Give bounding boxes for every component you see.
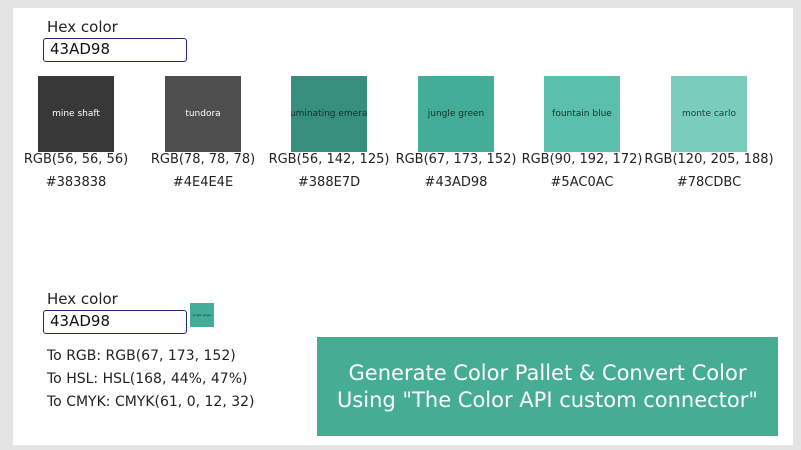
swatch-4-rgb: RGB(90, 192, 172)	[521, 152, 643, 167]
swatch-0: mine shaft	[38, 76, 114, 152]
title-banner: Generate Color Pallet & Convert Color Us…	[317, 337, 778, 436]
converted-color-preview: jungle green	[190, 303, 214, 327]
to-cmyk-text: To CMYK: CMYK(61, 0, 12, 32)	[47, 394, 255, 410]
swatch-1-rgb: RGB(78, 78, 78)	[150, 152, 256, 167]
to-rgb-text: To RGB: RGB(67, 173, 152)	[47, 348, 236, 364]
hex-color-input[interactable]: 43AD98	[43, 38, 187, 62]
swatch-2-rgb: RGB(56, 142, 125)	[268, 152, 390, 167]
convert-hex-color-input[interactable]: 43AD98	[43, 310, 187, 334]
swatch-3-rgb: RGB(67, 173, 152)	[395, 152, 517, 167]
to-hsl-text: To HSL: HSL(168, 44%, 47%)	[47, 371, 248, 387]
swatch-3: jungle green	[418, 76, 494, 152]
banner-line-2: Using "The Color API custom connector"	[336, 387, 759, 412]
swatch-5: monte carlo	[671, 76, 747, 152]
swatch-1-name: tundora	[185, 109, 221, 119]
swatch-5-rgb: RGB(120, 205, 188)	[644, 152, 774, 167]
convert-hex-color-label: Hex color	[47, 290, 118, 308]
swatch-4-hex: #5AC0AC	[550, 175, 614, 190]
swatch-0-rgb: RGB(56, 56, 56)	[23, 152, 129, 167]
hex-color-label: Hex color	[47, 18, 118, 36]
swatch-3-hex: #43AD98	[424, 175, 488, 190]
swatch-0-name: mine shaft	[52, 109, 100, 119]
swatch-1-hex: #4E4E4E	[172, 175, 234, 190]
swatch-1: tundora	[165, 76, 241, 152]
swatch-2-hex: #388E7D	[297, 175, 361, 190]
converted-color-name: jungle green	[192, 313, 212, 317]
banner-line-1: Generate Color Pallet & Convert Color	[348, 360, 747, 385]
swatch-3-name: jungle green	[427, 109, 485, 119]
swatch-5-hex: #78CDBC	[676, 175, 742, 190]
swatch-0-hex: #383838	[45, 175, 107, 190]
swatch-5-name: monte carlo	[681, 109, 737, 119]
swatch-2: illuminating emerald	[291, 76, 367, 152]
swatch-4-name: fountain blue	[552, 109, 612, 119]
swatch-4: fountain blue	[544, 76, 620, 152]
swatch-2-name: illuminating emerald	[291, 109, 367, 119]
